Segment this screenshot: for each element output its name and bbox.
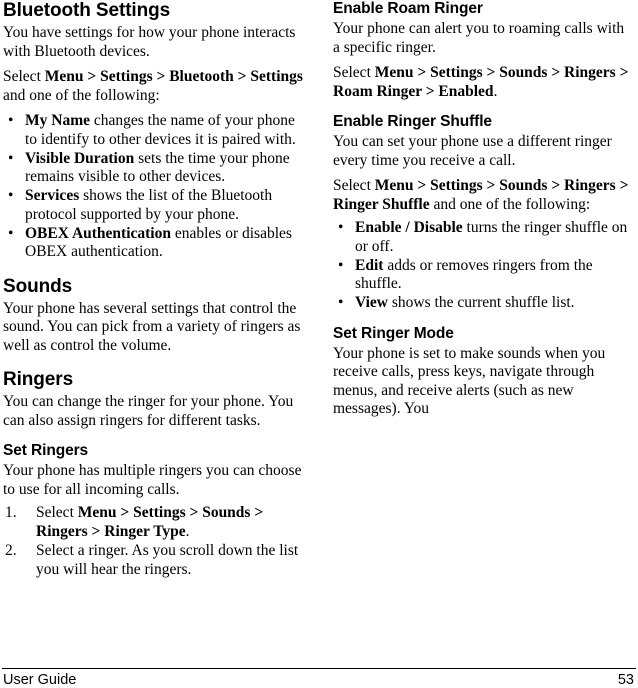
- option-term: View: [355, 294, 388, 311]
- heading-set-ringers: Set Ringers: [3, 442, 89, 459]
- option-term: Visible Duration: [25, 149, 135, 167]
- list-item: • Visible Duration sets the time your pho…: [3, 150, 303, 187]
- paragraph-ringer-shuffle-select: Select Menu > Settings > Sounds > Ringer…: [333, 177, 633, 214]
- option-term: OBEX Authentication: [25, 224, 171, 242]
- paragraph-ringer-shuffle-intro: You can set your phone use a different r…: [333, 133, 612, 169]
- select-prefix: Select: [333, 64, 375, 81]
- bluetooth-options-list: • My Name changes the name of your phone …: [3, 112, 303, 262]
- paragraph-ringer-mode-intro: Your phone is set to make sounds when yo…: [333, 344, 606, 418]
- ringer-shuffle-options-list: • Enable / Disable turns the ringer shuff…: [333, 219, 633, 313]
- list-item: • My Name changes the name of your phone …: [3, 112, 303, 149]
- paragraph-sounds-intro: Your phone has several settings that con…: [3, 299, 301, 354]
- step-number: 2.: [5, 542, 17, 559]
- option-description: shows the current shuffle list.: [388, 294, 575, 311]
- select-prefix: Select: [333, 177, 375, 194]
- left-column: Bluetooth Settings You have settings for…: [3, 0, 303, 584]
- list-item: • Edit adds or removes ringers from the s…: [333, 257, 633, 294]
- select-prefix: Select: [3, 68, 45, 85]
- list-item: • Services shows the list of the Bluetoot…: [3, 187, 303, 224]
- paragraph-set-ringers-intro: Your phone has multiple ringers you can …: [3, 462, 302, 498]
- bullet-icon: •: [8, 187, 14, 204]
- select-suffix: and one of the following:: [3, 86, 160, 104]
- heading-enable-roam-ringer: Enable Roam Ringer: [333, 0, 483, 17]
- bullet-icon: •: [8, 112, 14, 129]
- paragraph-bluetooth-select: Select Menu > Settings > Bluetooth > Set…: [3, 68, 303, 105]
- bullet-icon: •: [8, 149, 14, 167]
- option-description: adds or removes ringers from the shuffle…: [355, 256, 593, 293]
- set-ringers-steps: 1. Select Menu > Settings > Sounds > Ring…: [3, 504, 303, 579]
- two-column-body: Bluetooth Settings You have settings for…: [3, 0, 635, 655]
- menu-path-roam-ringer: Menu > Settings > Sounds > Ringers > Roa…: [333, 64, 629, 100]
- menu-path-bluetooth-settings: Menu > Settings > Bluetooth > Settings: [44, 68, 303, 85]
- step-text: Select a ringer. As you scroll down the …: [36, 542, 299, 578]
- heading-sounds: Sounds: [3, 275, 73, 297]
- option-term: My Name: [25, 112, 90, 129]
- option-term: Enable / Disable: [355, 219, 463, 236]
- right-column: Enable Roam Ringer Your phone can alert …: [333, 0, 633, 426]
- list-item: • Enable / Disable turns the ringer shuff…: [333, 219, 633, 256]
- heading-bluetooth-settings: Bluetooth Settings: [3, 0, 171, 21]
- bullet-icon: •: [8, 224, 14, 242]
- paragraph-ringers-intro: You can change the ringer for your phone…: [3, 393, 294, 429]
- heading-enable-ringer-shuffle: Enable Ringer Shuffle: [333, 113, 492, 130]
- list-item: • View shows the current shuffle list.: [333, 294, 633, 313]
- option-term: Services: [25, 187, 80, 204]
- paragraph-bluetooth-intro: You have settings for how your phone int…: [3, 24, 296, 60]
- bullet-icon: •: [338, 294, 344, 311]
- bullet-icon: •: [338, 219, 344, 236]
- step-suffix: .: [185, 522, 190, 540]
- list-item: 2. Select a ringer. As you scroll down th…: [3, 542, 303, 579]
- option-term: Edit: [355, 256, 384, 274]
- step-number: 1.: [5, 504, 17, 521]
- page-footer: User Guide 53: [0, 664, 638, 688]
- heading-set-ringer-mode: Set Ringer Mode: [333, 324, 454, 342]
- bullet-icon: •: [338, 256, 344, 274]
- select-suffix: .: [493, 82, 498, 100]
- select-suffix: and one of the following:: [429, 195, 591, 213]
- paragraph-roam-ringer-intro: Your phone can alert you to roaming call…: [333, 20, 625, 56]
- step-prefix: Select: [36, 504, 78, 521]
- list-item: • OBEX Authentication enables or disables…: [3, 225, 303, 262]
- footer-page-number: 53: [617, 672, 634, 688]
- footer-document-title: User Guide: [3, 672, 77, 688]
- footer-divider: [2, 668, 636, 669]
- paragraph-roam-ringer-select: Select Menu > Settings > Sounds > Ringer…: [333, 64, 633, 101]
- manual-page: Bluetooth Settings You have settings for…: [0, 0, 638, 688]
- heading-ringers: Ringers: [3, 369, 74, 390]
- list-item: 1. Select Menu > Settings > Sounds > Ring…: [3, 504, 303, 541]
